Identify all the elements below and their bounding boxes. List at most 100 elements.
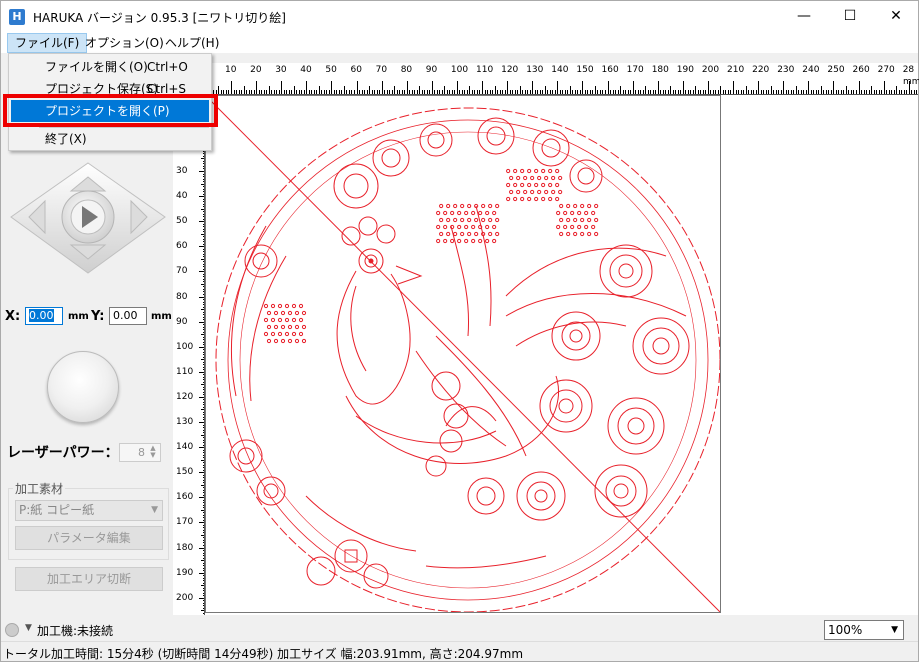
design-dot [584,210,589,216]
ruler-tick [256,81,258,94]
design-dot [266,338,272,344]
design-dot [298,331,304,337]
y-label: Y: [91,309,105,324]
file-menu-dropdown: ファイルを開く(O) Ctrl+O プロジェクト保存(S) Ctrl+S プロジ… [8,53,212,151]
design-dot [457,210,462,216]
spinner-arrows-icon[interactable]: ▲ ▼ [147,445,159,460]
design-dot [270,331,276,337]
design-dot [453,231,458,237]
menu-item-exit[interactable]: 終了(X) [11,128,209,150]
design-dot [294,310,300,316]
app-window: H HARUKA バージョン 0.95.3 [ニワトリ切り絵] — ☐ ✕ ファ… [0,0,919,662]
design-dot [284,331,290,337]
wheat-leaves [230,205,547,569]
design-dot [523,189,528,195]
ruler-tick-label: 90 [425,65,438,75]
ruler-tick [281,81,283,94]
design-dot [298,317,304,323]
ruler-tick-label: 230 [777,65,795,75]
design-dot [555,196,560,202]
design-dot [577,224,582,230]
design-dot [527,168,532,174]
dot-pattern [263,168,599,344]
design-dot [541,196,546,202]
design-dot [439,231,444,237]
design-dot [587,231,592,237]
design-dot [450,210,455,216]
menu-item-open-project[interactable]: プロジェクトを開く(P) [11,100,209,122]
menu-item-save-project[interactable]: プロジェクト保存(S) Ctrl+S [11,78,209,100]
ruler-tick-label: 120 [501,65,519,75]
design-dot [559,203,564,209]
ruler-tick [381,81,383,94]
title-bar: H HARUKA バージョン 0.95.3 [ニワトリ切り絵] — ☐ ✕ [1,1,918,33]
design-dot [566,217,571,223]
ruler-tick [758,81,760,94]
laser-power-knob[interactable] [47,351,119,423]
design-dot [263,331,269,337]
design-dot [280,310,286,316]
ruler-tick [557,81,559,94]
close-button[interactable]: ✕ [873,1,919,32]
design-dot [580,231,585,237]
edit-parameters-button[interactable]: パラメータ編集 [15,526,163,550]
menu-item-label: ファイルを開く(O) [45,60,148,74]
y-input[interactable]: 0.00 [109,307,147,325]
design-dot [534,168,539,174]
laser-power-spinner[interactable]: 8 ▲ ▼ [119,443,161,462]
x-input[interactable]: 0.00 [25,307,63,325]
minimize-button[interactable]: — [781,1,827,32]
chevron-down-icon[interactable]: ▼ [25,623,32,633]
ruler-tick [657,81,659,94]
design-dot [534,182,539,188]
ruler-tick [795,86,797,94]
material-select[interactable]: P:紙 コピー紙 ▼ [15,500,163,521]
diagonal-guide-line [206,96,720,612]
ruler-tick-label: 90 [176,316,188,327]
ruler-tick [507,81,509,94]
jog-dpad[interactable] [9,161,167,275]
design-dot [573,203,578,209]
design-dot [263,317,269,323]
design-dot [534,196,539,202]
design-dot [301,338,307,344]
ruler-tick [845,86,847,94]
ruler-tick [820,86,822,94]
menu-help[interactable]: ヘルプ(H) [158,33,226,53]
design-dot [548,168,553,174]
menu-options[interactable]: オプション(O) [78,33,171,53]
ruler-tick [268,86,270,94]
ruler-tick [494,86,496,94]
menu-file[interactable]: ファイル(F) [7,33,88,53]
connection-status: 加工機:未接続 [37,624,114,638]
design-dot [573,231,578,237]
design-dot [301,310,307,316]
design-dot [446,231,451,237]
design-dot [467,217,472,223]
zoom-select[interactable]: 100% ▼ [824,620,904,640]
ruler-tick-label: 60 [176,241,188,252]
rooster-design[interactable] [206,96,721,613]
design-dot [478,238,483,244]
menu-item-label: 終了(X) [45,132,87,146]
design-dot [573,217,578,223]
design-dot [587,217,592,223]
design-dot [485,210,490,216]
design-dot [530,189,535,195]
cut-area-button[interactable]: 加工エリア切断 [15,567,163,591]
design-dot [284,303,290,309]
position-row: X: 0.00 mm Y: 0.00 mm [5,307,175,327]
maximize-button[interactable]: ☐ [827,1,873,32]
ruler-tick-label: 160 [601,65,619,75]
design-dot [277,303,283,309]
ruler-tick-label: 270 [877,65,895,75]
work-area[interactable] [205,95,721,613]
ruler-tick [745,86,747,94]
menu-item-open-file[interactable]: ファイルを開く(O) Ctrl+O [11,56,209,78]
design-dot [513,168,518,174]
ruler-tick-label: 120 [176,391,194,402]
ruler-tick-label: 70 [375,65,388,75]
ruler-tick-label: 190 [176,567,194,578]
design-dot [478,210,483,216]
design-dot [287,310,293,316]
